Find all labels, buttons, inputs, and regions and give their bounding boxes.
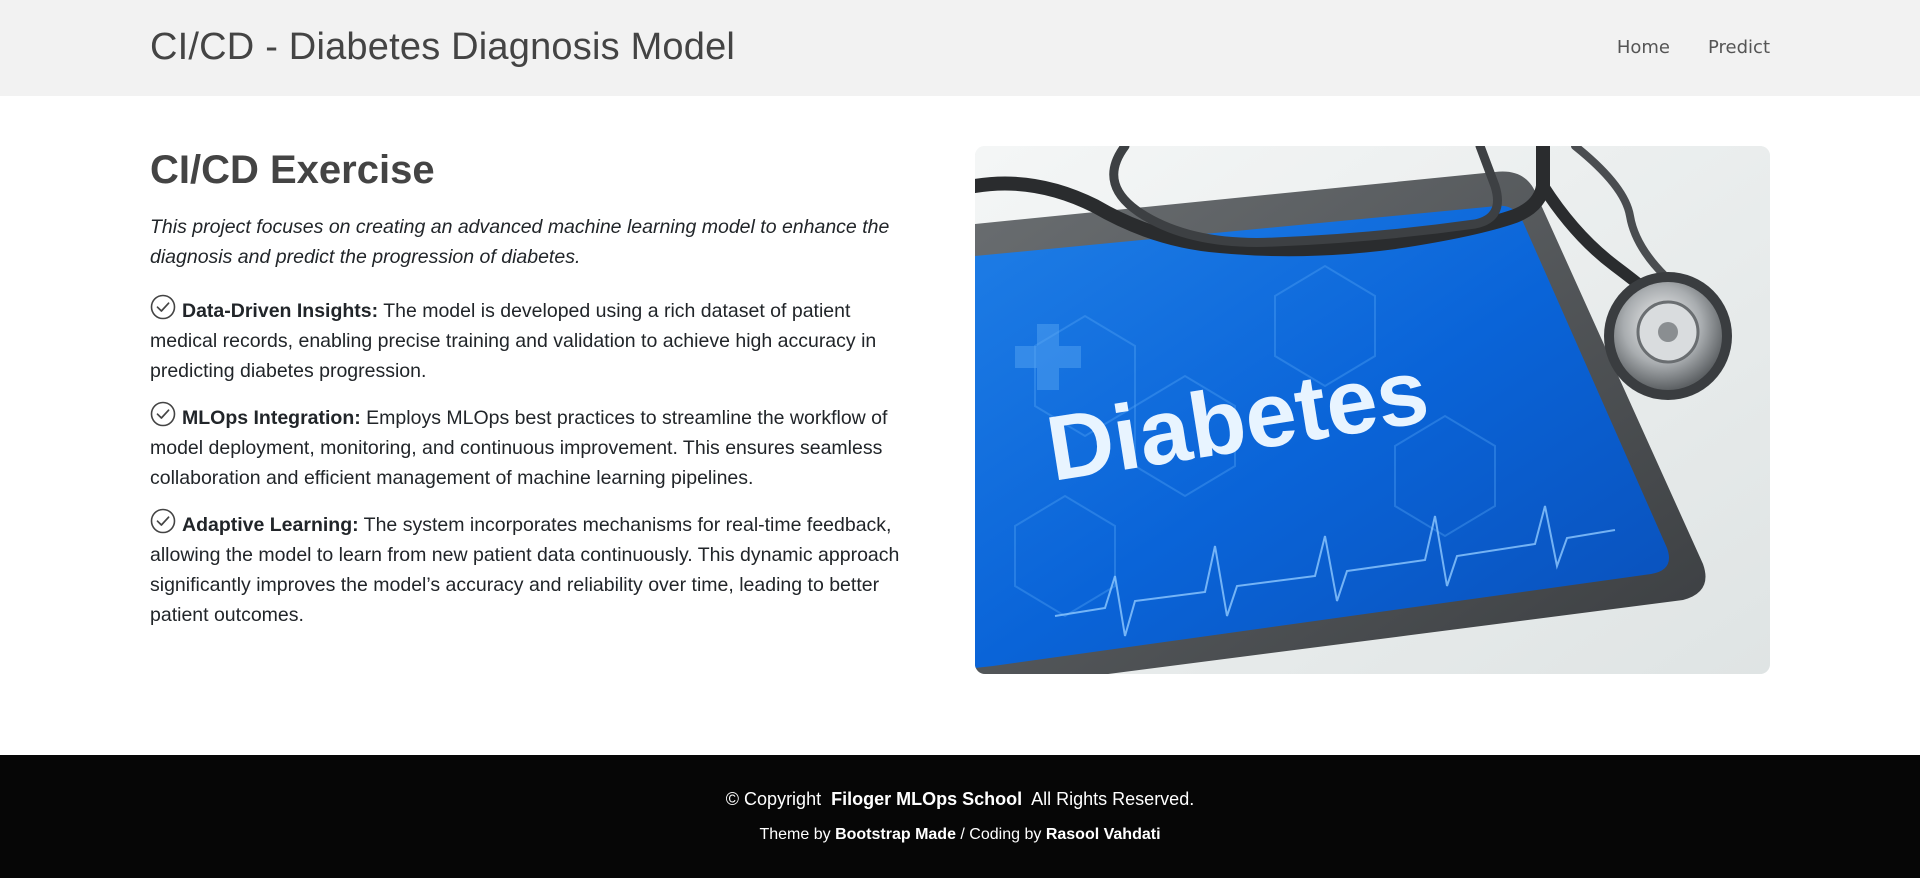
- theme-prefix: Theme by: [759, 826, 831, 843]
- check-circle-icon: [150, 294, 176, 320]
- coding-prefix: / Coding by: [955, 826, 1042, 843]
- copyright-prefix: © Copyright: [725, 789, 822, 809]
- diabetes-hero-image: Diabetes: [975, 146, 1770, 674]
- site-footer: © Copyright Filoger MLOps School All Rig…: [0, 755, 1920, 878]
- feature-item: Adaptive Learning: The system incorporat…: [150, 508, 920, 630]
- coder-link[interactable]: Rasool Vahdati: [1046, 826, 1161, 843]
- tablet-stethoscope-illustration: Diabetes: [975, 146, 1770, 674]
- feature-title: Data-Driven Insights:: [182, 300, 379, 322]
- intro-paragraph: This project focuses on creating an adva…: [150, 216, 890, 268]
- check-circle-icon: [150, 508, 176, 534]
- nav-predict-link[interactable]: Predict: [1708, 37, 1770, 58]
- site-title[interactable]: CI/CD - Diabetes Diagnosis Model: [150, 26, 735, 69]
- coder-name: Rasool Vahdati: [1045, 826, 1161, 843]
- bootstrap-made-link[interactable]: Bootstrap Made: [835, 826, 956, 843]
- page-heading: CI/CD Exercise: [150, 148, 435, 192]
- header-bar: CI/CD - Diabetes Diagnosis Model Home Pr…: [0, 0, 1920, 96]
- feature-list: Data-Driven Insights: The model is devel…: [150, 294, 920, 630]
- about-section: CI/CD Exercise This project focuses on c…: [150, 146, 920, 645]
- main-nav: Home Predict: [1617, 37, 1770, 58]
- feature-item: Data-Driven Insights: The model is devel…: [150, 294, 920, 386]
- feature-title: Adaptive Learning:: [182, 514, 359, 536]
- bootstrap-made-label: Bootstrap Made: [835, 826, 956, 843]
- copyright-line: © Copyright Filoger MLOps School All Rig…: [0, 789, 1920, 810]
- feature-title: MLOps Integration:: [182, 407, 361, 429]
- org-name: Filoger MLOps School: [831, 789, 1023, 809]
- credits-line: Theme by Bootstrap Made / Coding by Raso…: [0, 826, 1920, 844]
- feature-item: MLOps Integration: Employs MLOps best pr…: [150, 401, 920, 493]
- nav-home-link[interactable]: Home: [1617, 37, 1670, 58]
- rights-text: All Rights Reserved.: [1031, 789, 1195, 809]
- check-circle-icon: [150, 401, 176, 427]
